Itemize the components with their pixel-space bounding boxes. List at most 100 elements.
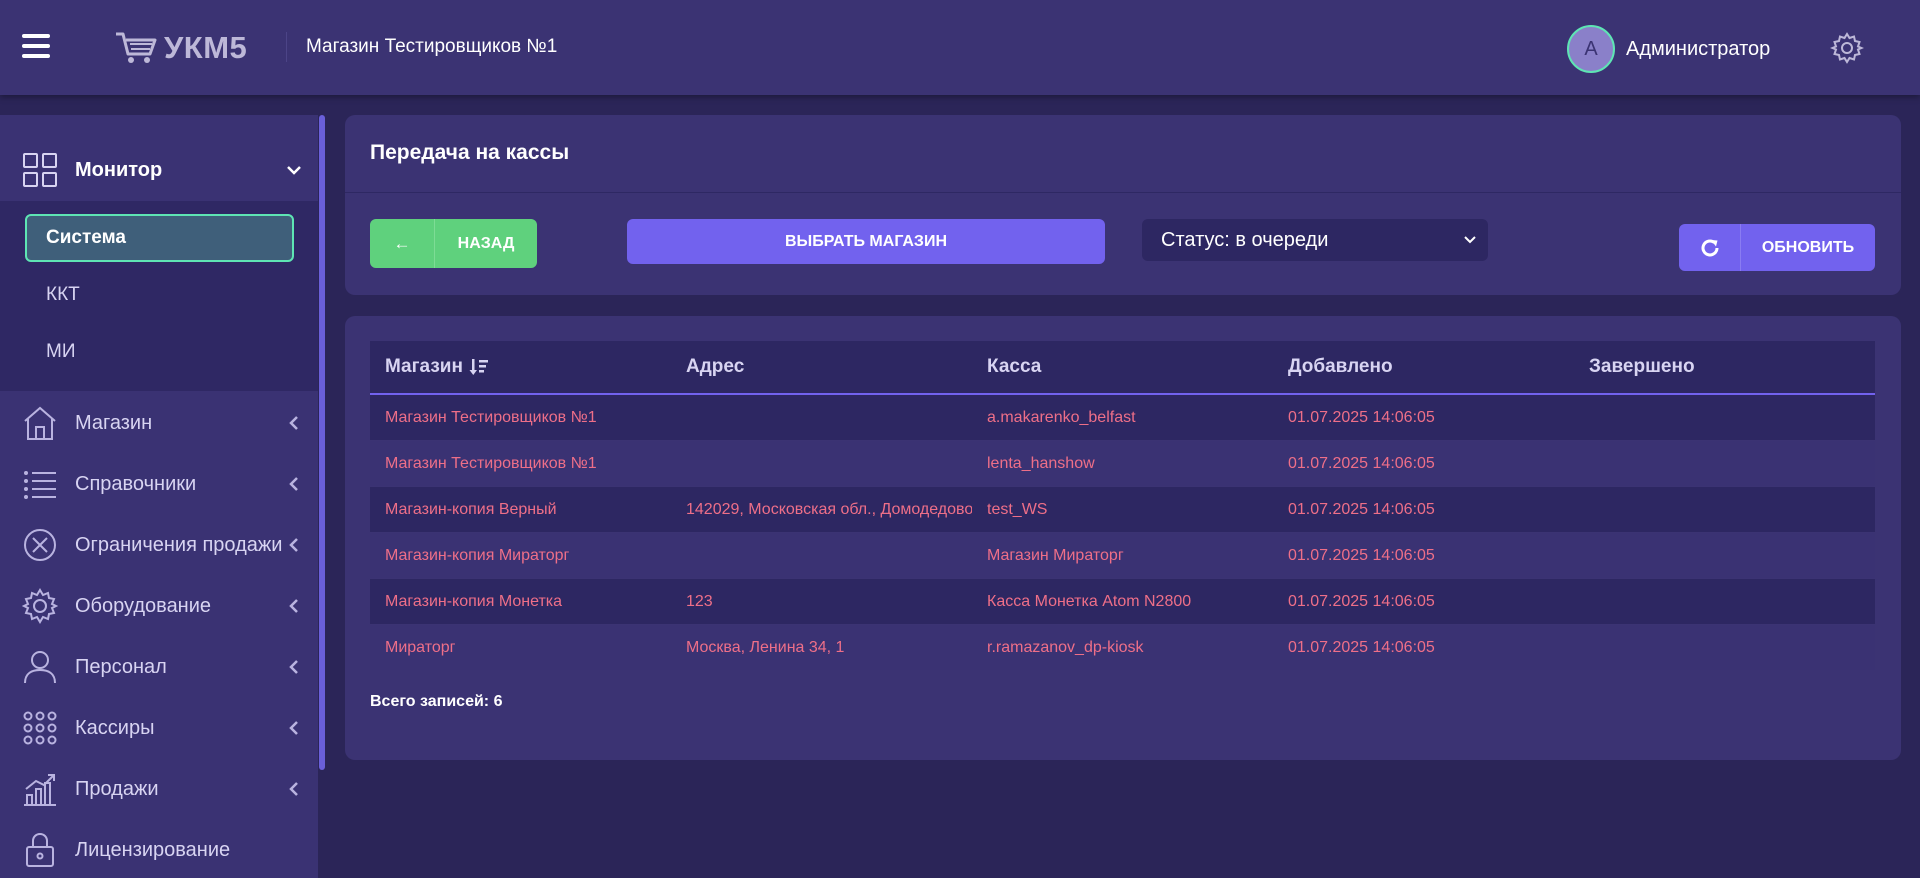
cell-register[interactable]: lenta_hanshow [972,455,1273,473]
sidebar-item-label: Магазин [75,411,153,434]
refresh-button-label: ОБНОВИТЬ [1761,238,1855,256]
person-icon [24,651,56,684]
transfer-table-card: Магазин Адрес Касса Добавлено Завершено … [345,316,1901,760]
table-row[interactable]: Магазин Тестировщиков №1 a.makarenko_bel… [370,395,1875,441]
cell-added: 01.07.2025 14:06:05 [1288,500,1435,518]
cell-added: 01.07.2025 14:06:05 [1288,638,1435,656]
gear-icon [22,588,58,624]
submenu-item-mi[interactable]: МИ [25,328,294,376]
arrow-left-icon: ← [370,219,435,268]
dashboard-icon [23,153,57,187]
top-header: УКМ5 Магазин Тестировщиков №1 A Админист… [0,0,1920,95]
chevron-left-icon [289,538,298,552]
cell-register[interactable]: Магазин Мираторг [972,547,1273,565]
sort-descending-icon[interactable] [469,357,489,377]
status-select[interactable]: Статус: в очереди [1142,219,1488,261]
hamburger-menu-icon[interactable] [22,34,50,58]
back-button[interactable]: ← НАЗАД [370,219,537,268]
sidebar-item-monitor[interactable]: Монитор [0,141,318,199]
table-row[interactable]: Магазин-копия Мираторг Магазин Мираторг … [370,533,1875,579]
cell-store[interactable]: Магазин-копия Монетка [370,593,671,611]
cell-store[interactable]: Магазин Тестировщиков №1 [370,409,671,427]
column-header-added[interactable]: Добавлено [1273,356,1574,378]
chevron-down-icon [287,166,301,175]
column-header-address[interactable]: Адрес [671,356,972,378]
transfer-table: Магазин Адрес Касса Добавлено Завершено … [370,341,1875,671]
sidebar-item-label: Лицензирование [75,838,231,861]
table-row[interactable]: Магазин-копия Монетка 123 Касса Монетка … [370,579,1875,625]
sidebar: Монитор Система ККТ МИ Магазин Справочни… [0,115,318,878]
list-icon [24,471,56,499]
sidebar-item-label: Монитор [75,158,163,181]
chart-icon [24,774,56,806]
table-row[interactable]: Магазин-копия Верный 142029, Московская … [370,487,1875,533]
grid-dots-icon [23,711,57,745]
cart-icon [116,32,157,63]
cell-added: 01.07.2025 14:06:05 [1288,546,1435,564]
table-row[interactable]: Мираторг Москва, Ленина 34, 1 r.ramazano… [370,625,1875,671]
current-store-title: Магазин Тестировщиков №1 [306,36,558,57]
cell-address: Москва, Ленина 34, 1 [686,638,845,656]
cell-address: 142029, Московская обл., Домодедово [686,500,972,518]
sidebar-item-equipment[interactable]: Оборудование [0,577,318,635]
table-row[interactable]: Магазин Тестировщиков №1 lenta_hanshow 0… [370,441,1875,487]
header-divider [286,32,287,62]
table-header: Магазин Адрес Касса Добавлено Завершено [370,341,1875,395]
cell-address: 123 [686,592,713,610]
lock-icon [26,832,54,867]
cell-store[interactable]: Магазин Тестировщиков №1 [370,455,671,473]
transfer-controls-card: Передача на кассы ← НАЗАД ВЫБРАТЬ МАГАЗИ… [345,115,1901,295]
sidebar-item-cashiers[interactable]: Кассиры [0,699,318,757]
sidebar-item-sales[interactable]: Продажи [0,760,318,818]
monitor-submenu: Система ККТ МИ [0,201,318,391]
refresh-icon [1679,224,1741,271]
submenu-item-kkt[interactable]: ККТ [25,271,294,319]
sidebar-item-label: Персонал [75,655,167,678]
app-logo[interactable]: УКМ5 [114,26,247,70]
sidebar-item-label: Справочники [75,472,197,495]
cell-added: 01.07.2025 14:06:05 [1288,454,1435,472]
chevron-left-icon [289,782,298,796]
page-title: Передача на кассы [370,141,570,164]
restriction-icon [24,529,56,561]
cell-register[interactable]: test_WS [972,501,1273,519]
sidebar-item-label: Ограничения продажи [75,533,283,556]
chevron-left-icon [289,599,298,613]
avatar[interactable]: A [1567,25,1615,73]
cell-register[interactable]: a.makarenko_belfast [972,409,1273,427]
cell-register[interactable]: r.ramazanov_dp-kiosk [972,639,1273,657]
total-records: Всего записей: 6 [370,693,503,710]
sidebar-item-references[interactable]: Справочники [0,455,318,513]
column-header-register[interactable]: Касса [972,356,1273,378]
cell-register[interactable]: Касса Монетка Atom N2800 [972,593,1273,611]
cell-store[interactable]: Магазин-копия Мираторг [370,547,671,565]
column-header-label: Магазин [385,356,463,377]
select-store-button[interactable]: ВЫБРАТЬ МАГАЗИН [627,219,1105,264]
sidebar-item-label: Оборудование [75,594,212,617]
chevron-left-icon [289,660,298,674]
user-name[interactable]: Администратор [1626,38,1770,61]
submenu-item-system[interactable]: Система [25,214,294,262]
card-divider [345,192,1901,193]
chevron-left-icon [289,721,298,735]
chevron-down-icon [1464,236,1476,244]
cell-store[interactable]: Магазин-копия Верный [370,501,671,519]
store-icon [24,406,56,440]
column-header-store[interactable]: Магазин [370,356,671,378]
back-button-label: НАЗАД [457,234,515,252]
column-header-completed[interactable]: Завершено [1574,356,1875,378]
chevron-left-icon [289,477,298,491]
logo-text: УКМ5 [164,30,248,65]
cell-store[interactable]: Мираторг [370,639,671,657]
chevron-left-icon [289,416,298,430]
sidebar-item-label: Продажи [75,777,159,800]
refresh-button[interactable]: ОБНОВИТЬ [1679,224,1875,271]
cell-added: 01.07.2025 14:06:05 [1288,408,1435,426]
sidebar-item-staff[interactable]: Персонал [0,638,318,696]
sidebar-item-licensing[interactable]: Лицензирование [0,821,318,878]
status-select-value: Статус: в очереди [1161,228,1329,251]
sidebar-item-store[interactable]: Магазин [0,394,318,452]
sidebar-item-sale-restrictions[interactable]: Ограничения продажи [0,516,318,574]
settings-gear-icon[interactable] [1830,31,1864,65]
sidebar-scrollbar[interactable] [319,115,325,770]
